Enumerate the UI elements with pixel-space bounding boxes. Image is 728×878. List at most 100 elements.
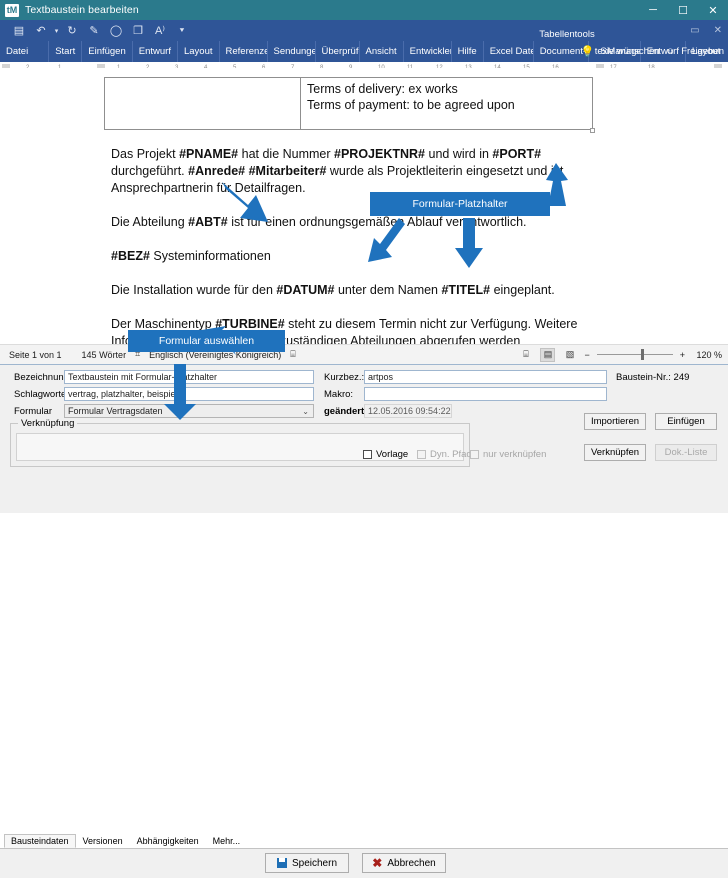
kurzbez-label: Kurzbez.: bbox=[324, 372, 365, 383]
tab-datei[interactable]: Datei bbox=[0, 41, 34, 62]
checkbox-box bbox=[470, 450, 479, 459]
document-table[interactable]: Terms of delivery: ex works Terms of pay… bbox=[104, 77, 593, 130]
table-resize-handle[interactable] bbox=[590, 128, 595, 133]
einfuegen-button[interactable]: Einfügen bbox=[655, 413, 717, 430]
save-icon bbox=[276, 858, 287, 868]
checkbox-dyn-pfad: Dyn. Pfad bbox=[417, 449, 472, 460]
tell-me-label[interactable]: Sie wünschen bbox=[600, 46, 659, 57]
table-cell-left[interactable] bbox=[105, 78, 301, 129]
tab-ueberpruefen[interactable]: Überprüfen bbox=[314, 41, 359, 62]
dok-liste-button: Dok.-Liste bbox=[655, 444, 717, 461]
placeholder-token: #PROJEKTNR# bbox=[334, 147, 426, 161]
app-logo-icon: tM bbox=[5, 3, 19, 17]
tab-mehr[interactable]: Mehr... bbox=[206, 834, 248, 848]
tab-entwicklertools[interactable]: Entwicklertools bbox=[402, 41, 451, 62]
table-cell-line: Terms of payment: to be agreed upon bbox=[307, 98, 515, 112]
zoom-slider[interactable] bbox=[596, 349, 673, 360]
checkbox-box[interactable] bbox=[363, 450, 372, 459]
zoom-slider-thumb[interactable] bbox=[640, 349, 644, 360]
cancel-icon: ✖ bbox=[372, 856, 383, 870]
quick-access-toolbar: ▤ ↶ ▾ ↻ ✎ ◯ ❐ A⁾ ⯆ Tabellentools ▭ ✕ bbox=[0, 20, 728, 41]
zoom-out-button[interactable]: − bbox=[584, 350, 589, 360]
tab-bausteindaten[interactable]: Bausteindaten bbox=[4, 834, 76, 848]
dialog-body: Bezeichnung: Textbaustein mit Formular-P… bbox=[0, 365, 728, 472]
placeholder-token: #Mitarbeiter# bbox=[248, 164, 327, 178]
placeholder-token: #TITEL# bbox=[441, 283, 491, 297]
verknuepfung-label: Verknüpfung bbox=[18, 418, 78, 429]
paragraph-3: #BEZ# Systeminformationen bbox=[111, 249, 271, 263]
speichern-label: Speichern bbox=[291, 857, 338, 869]
customize-qat-icon[interactable]: ⯆ bbox=[171, 20, 193, 41]
page-indicator[interactable]: Seite 1 von 1 bbox=[9, 350, 62, 360]
checkbox-nur-verknuepfen: nur verknüpfen bbox=[470, 449, 546, 460]
close-ribbon-icon[interactable]: ✕ bbox=[714, 25, 722, 36]
tab-abhaengigkeiten[interactable]: Abhängigkeiten bbox=[130, 834, 206, 848]
word-count[interactable]: 145 Wörter bbox=[82, 350, 127, 360]
tab-document[interactable]: Document- bbox=[532, 41, 588, 62]
paragraph-4: Die Installation wurde für den #DATUM# u… bbox=[111, 283, 555, 297]
callout-formular-auswaehlen: Formular auswählen bbox=[128, 330, 285, 352]
qat-right-icons: ▭ ✕ bbox=[690, 20, 722, 41]
tab-einfuegen[interactable]: Einfügen bbox=[81, 41, 132, 62]
document-body[interactable]: Das Projekt #PNAME# hat die Nummer #PROJ… bbox=[111, 146, 611, 344]
ribbon-display-options-icon[interactable]: ▭ bbox=[690, 25, 699, 36]
chevron-down-icon[interactable]: ⌄ bbox=[302, 405, 309, 418]
save-icon[interactable]: ▤ bbox=[8, 20, 30, 41]
checkbox-box bbox=[417, 450, 426, 459]
verknuepfen-button[interactable]: Verknüpfen bbox=[584, 444, 646, 461]
document-page[interactable]: Terms of delivery: ex works Terms of pay… bbox=[0, 68, 728, 344]
tab-hilfe[interactable]: Hilfe bbox=[450, 41, 483, 62]
maximize-icon[interactable]: ☐ bbox=[668, 0, 698, 20]
tell-me-icon[interactable]: 💡 bbox=[581, 45, 595, 58]
ribbon-right-group: 💡 Sie wünschen ☺ Freigeben bbox=[581, 45, 724, 58]
tab-ansicht[interactable]: Ansicht bbox=[358, 41, 403, 62]
status-bar-right: ⌸ ▤ ▧ − + 120 % bbox=[518, 347, 722, 362]
tab-start[interactable]: Start bbox=[48, 41, 81, 62]
close-icon[interactable]: ✕ bbox=[698, 0, 728, 20]
abbrechen-button[interactable]: ✖ Abbrechen bbox=[362, 853, 446, 873]
kurzbez-input[interactable]: artpos bbox=[364, 370, 607, 384]
share-icon[interactable]: ☺ bbox=[666, 46, 676, 57]
zoom-level[interactable]: 120 % bbox=[692, 350, 722, 360]
bezeichnung-label: Bezeichnung: bbox=[14, 372, 72, 383]
tab-excel-daten[interactable]: Excel Daten bbox=[482, 41, 533, 62]
share-label[interactable]: Freigeben bbox=[681, 46, 724, 57]
tab-referenzen[interactable]: Referenzen bbox=[218, 41, 267, 62]
speichern-button[interactable]: Speichern bbox=[265, 853, 349, 873]
document-canvas[interactable]: Terms of delivery: ex works Terms of pay… bbox=[0, 68, 728, 344]
new-document-icon[interactable]: ❐ bbox=[127, 20, 149, 41]
undo-icon[interactable]: ↶ bbox=[30, 20, 52, 41]
tab-sendungen[interactable]: Sendungen bbox=[266, 41, 315, 62]
table-cell-right[interactable]: Terms of delivery: ex works Terms of pay… bbox=[301, 78, 592, 129]
importieren-button[interactable]: Importieren bbox=[584, 413, 646, 430]
schlagworte-input[interactable]: vertrag, platzhalter, beispiel bbox=[64, 387, 314, 401]
minimize-icon[interactable]: ─ bbox=[638, 0, 668, 20]
redo-icon[interactable]: ↻ bbox=[61, 20, 83, 41]
placeholder-token: #BEZ# bbox=[111, 249, 150, 263]
tab-entwurf[interactable]: Entwurf bbox=[131, 41, 177, 62]
placeholder-token: #PNAME# bbox=[179, 147, 239, 161]
tab-layout[interactable]: Layout bbox=[176, 41, 219, 62]
placeholder-token: #PORT# bbox=[492, 147, 542, 161]
accessibility-icon[interactable]: ⌸ bbox=[290, 349, 295, 360]
bezeichnung-input[interactable]: Textbaustein mit Formular-Platzhalter bbox=[64, 370, 314, 384]
contextual-tab-group-label: Tabellentools bbox=[521, 20, 613, 41]
placeholder-token: #Anrede# bbox=[188, 164, 246, 178]
formular-select[interactable]: Formular Vertragsdaten ⌄ bbox=[64, 404, 314, 418]
title-bar: tM Textbaustein bearbeiten ─ ☐ ✕ bbox=[0, 0, 728, 20]
format-painter-icon[interactable]: ✎ bbox=[83, 20, 105, 41]
zoom-in-button[interactable]: + bbox=[680, 350, 685, 360]
read-mode-icon[interactable]: ⌸ bbox=[518, 348, 533, 362]
dialog-footer: Speichern ✖ Abbrechen bbox=[0, 849, 728, 878]
circle-icon[interactable]: ◯ bbox=[105, 20, 127, 41]
web-layout-icon[interactable]: ▧ bbox=[562, 348, 577, 362]
checkbox-label: Dyn. Pfad bbox=[430, 449, 472, 460]
formular-selected-value: Formular Vertragsdaten bbox=[68, 406, 163, 416]
print-layout-icon[interactable]: ▤ bbox=[540, 347, 556, 362]
read-aloud-icon[interactable]: A⁾ bbox=[149, 20, 171, 41]
checkbox-vorlage[interactable]: Vorlage bbox=[363, 449, 408, 460]
makro-input[interactable] bbox=[364, 387, 607, 401]
tab-versionen[interactable]: Versionen bbox=[76, 834, 130, 848]
paragraph-2: Die Abteilung #ABT# ist für einen ordnun… bbox=[111, 215, 527, 229]
undo-dropdown-icon[interactable]: ▾ bbox=[52, 20, 61, 41]
